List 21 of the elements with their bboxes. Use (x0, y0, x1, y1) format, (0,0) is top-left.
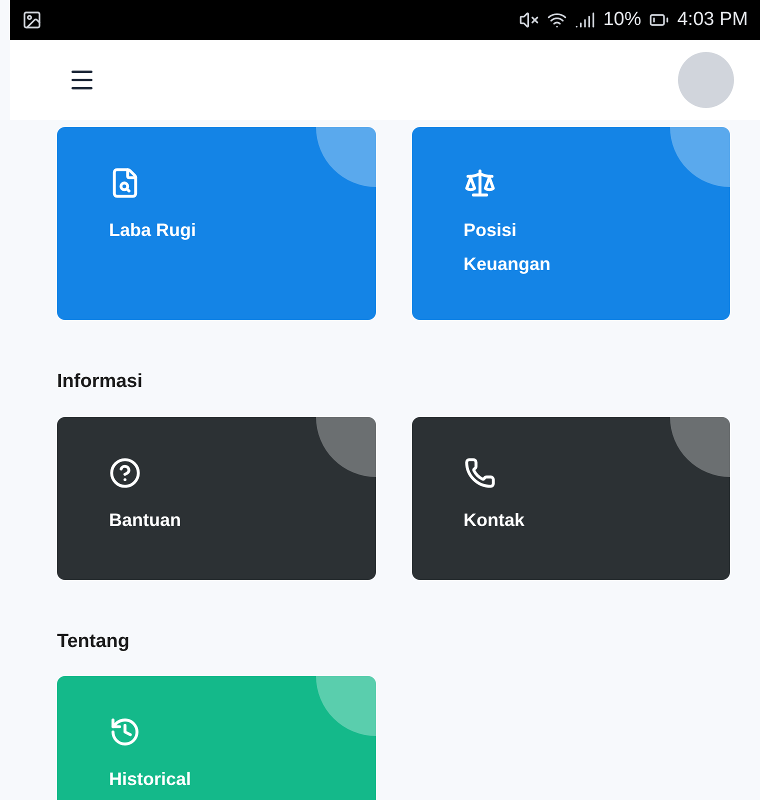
battery-percent: 10% (603, 8, 642, 32)
section-title: Tentang (57, 630, 130, 654)
menu-card[interactable]: Historical (57, 676, 376, 800)
menu-card[interactable]: Posisi Keuangan (412, 127, 730, 320)
menu-card[interactable]: Bantuan (57, 416, 376, 580)
card-label: Bantuan (109, 508, 182, 532)
card-label: Kontak (464, 508, 526, 532)
section-title: Informasi (57, 370, 144, 394)
history-icon (109, 716, 141, 748)
card-label: Historical (109, 768, 192, 791)
card-label: Posisi Keuangan (464, 219, 552, 276)
card-label: Laba Rugi (109, 219, 198, 242)
menu-card[interactable]: Kontak (412, 416, 730, 580)
menu-card[interactable]: Laba Rugi (57, 127, 376, 320)
clock-time: 4:03 PM (677, 8, 748, 32)
mute-icon (519, 10, 540, 30)
image-icon (22, 10, 42, 30)
signal-icon (575, 10, 596, 30)
scale-icon (464, 167, 496, 199)
help-icon (109, 456, 141, 488)
phone-icon (464, 456, 496, 488)
